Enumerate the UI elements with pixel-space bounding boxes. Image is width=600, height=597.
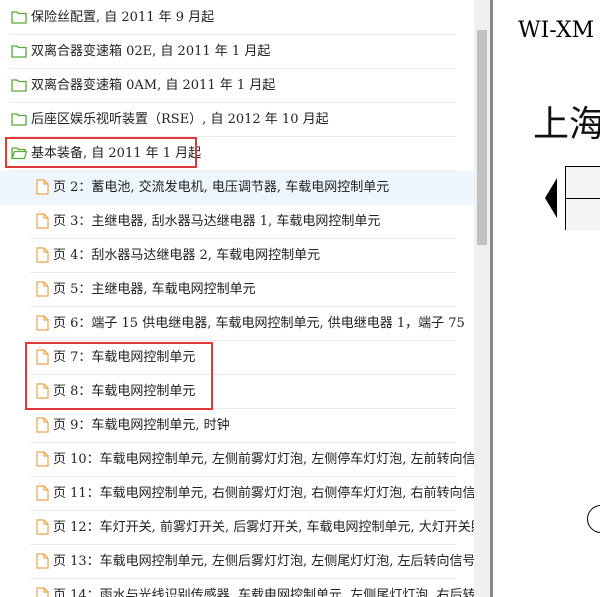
tree-page-11[interactable]: 页 11：车载电网控制单元, 右侧前雾灯灯泡, 右侧停车灯灯泡, 右前转向信号: [0, 477, 474, 511]
page-icon: [36, 587, 49, 597]
page-icon: [36, 417, 49, 433]
tree-page-12[interactable]: 页 12：车灯开关, 前雾灯开关, 后雾灯开关, 车载电网控制单元, 大灯开关照: [0, 511, 474, 545]
diagram-viewer: WI-XM 上海: [493, 0, 600, 597]
tree-page-2[interactable]: 页 2：蓄电池, 交流发电机, 电压调节器, 车载电网控制单元: [0, 171, 474, 205]
page-icon: [36, 281, 49, 297]
tree-page-5[interactable]: 页 5：主继电器, 车载电网控制单元: [0, 273, 474, 307]
highlight-box-basic-equipment: [5, 137, 197, 168]
folder-icon: [11, 79, 27, 92]
tree-page-3[interactable]: 页 3：主继电器, 刮水器马达继电器 1, 车载电网控制单元: [0, 205, 474, 239]
tree-folder-label: 双离合器变速箱 02E, 自 2011 年 1 月起: [31, 44, 271, 59]
tree-page-label: 页 3：主继电器, 刮水器马达继电器 1, 车载电网控制单元: [53, 214, 381, 229]
tree-scrollbar-thumb[interactable]: [477, 30, 487, 245]
page-icon: [36, 315, 49, 331]
tree-page-label: 页 11：车载电网控制单元, 右侧前雾灯灯泡, 右侧停车灯灯泡, 右前转向信号: [53, 486, 474, 501]
tree-page-9[interactable]: 页 9：车载电网控制单元, 时钟: [0, 409, 474, 443]
tree-page-label: 页 9：车载电网控制单元, 时钟: [53, 418, 230, 433]
tree-page-label: 页 10：车载电网控制单元, 左侧前雾灯灯泡, 左侧停车灯灯泡, 左前转向信号: [53, 452, 474, 467]
tree-page-label: 页 12：车灯开关, 前雾灯开关, 后雾灯开关, 车载电网控制单元, 大灯开关照: [53, 520, 474, 535]
highlight-box-pages-7-8: [25, 342, 213, 410]
tree-page-13[interactable]: 页 13：车载电网控制单元, 左侧后雾灯灯泡, 左侧尾灯灯泡, 左后转向信号: [0, 545, 474, 579]
tree-folder-label: 保险丝配置, 自 2011 年 9 月起: [31, 10, 215, 25]
page-icon: [36, 485, 49, 501]
tree-folder-dct-02e[interactable]: 双离合器变速箱 02E, 自 2011 年 1 月起: [0, 35, 474, 69]
page-icon: [36, 179, 49, 195]
tree-page-label: 页 2：蓄电池, 交流发电机, 电压调节器, 车载电网控制单元: [53, 180, 390, 195]
tree-page-10[interactable]: 页 10：车载电网控制单元, 左侧前雾灯灯泡, 左侧停车灯灯泡, 左前转向信号: [0, 443, 474, 477]
tree-page-label: 页 14：雨水与光线识别传感器, 车载电网控制单元, 左侧尾灯灯泡, 右后转向: [53, 588, 474, 597]
diagram-symbol: [565, 166, 600, 231]
tree-page-label: 页 5：主继电器, 车载电网控制单元: [53, 282, 256, 297]
tree-page-6[interactable]: 页 6：端子 15 供电继电器, 车载电网控制单元, 供电继电器 1，端子 75: [0, 307, 474, 341]
folder-icon: [11, 11, 27, 24]
folder-icon: [11, 113, 27, 126]
page-icon: [36, 213, 49, 229]
tree-page-4[interactable]: 页 4：刮水器马达继电器 2, 车载电网控制单元: [0, 239, 474, 273]
tree-page-label: 页 4：刮水器马达继电器 2, 车载电网控制单元: [53, 248, 321, 263]
tree-folder-label: 双离合器变速箱 0AM, 自 2011 年 1 月起: [31, 78, 276, 93]
tree-folder-rse[interactable]: 后座区娱乐视听装置（RSE）, 自 2012 年 10 月起: [0, 103, 474, 137]
document-id: WI-XM: [518, 18, 595, 43]
diagram-circle-marker: [587, 505, 600, 533]
page-icon: [36, 519, 49, 535]
page-icon: [36, 247, 49, 263]
tree-folder-fuse-config[interactable]: 保险丝配置, 自 2011 年 9 月起: [0, 1, 474, 35]
page-icon: [36, 451, 49, 467]
folder-icon: [11, 45, 27, 58]
tree-page-14[interactable]: 页 14：雨水与光线识别传感器, 车载电网控制单元, 左侧尾灯灯泡, 右后转向: [0, 579, 474, 597]
wiring-diagram-tree-panel: 保险丝配置, 自 2011 年 9 月起 双离合器变速箱 02E, 自 2011…: [0, 0, 474, 597]
page-icon: [36, 553, 49, 569]
tree-page-label: 页 6：端子 15 供电继电器, 车载电网控制单元, 供电继电器 1，端子 75: [53, 316, 465, 331]
tree-page-label: 页 13：车载电网控制单元, 左侧后雾灯灯泡, 左侧尾灯灯泡, 左后转向信号: [53, 554, 474, 569]
prev-arrow-icon[interactable]: [545, 178, 557, 218]
tree-folder-dct-0am[interactable]: 双离合器变速箱 0AM, 自 2011 年 1 月起: [0, 69, 474, 103]
tree-folder-label: 后座区娱乐视听装置（RSE）, 自 2012 年 10 月起: [31, 112, 329, 127]
document-city: 上海: [533, 104, 600, 145]
